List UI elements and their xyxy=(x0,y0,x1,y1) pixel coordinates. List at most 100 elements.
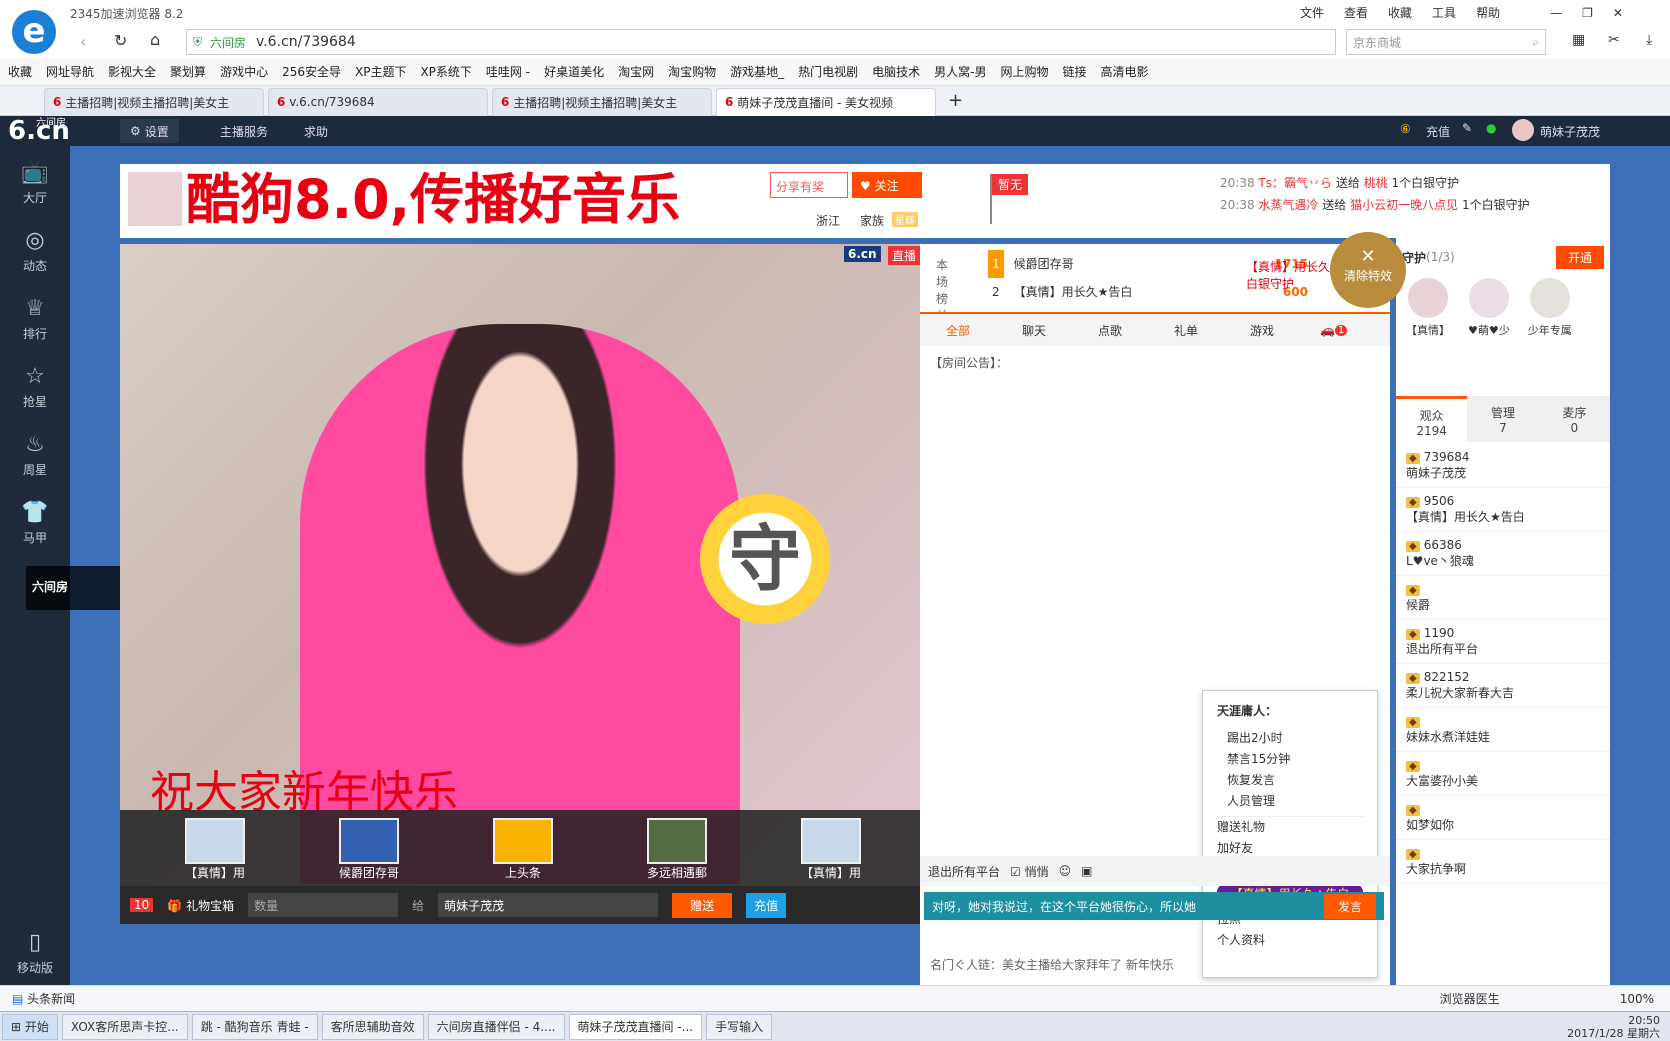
gift-item[interactable]: 上头条 xyxy=(468,818,578,881)
guard-open-button[interactable]: 开通 xyxy=(1555,245,1604,269)
leftnav-vest[interactable]: 👕 马甲 xyxy=(0,486,70,554)
tab-mic-queue[interactable]: 麦序 0 xyxy=(1539,396,1610,442)
bookmark-4[interactable]: 游戏中心 xyxy=(220,63,268,80)
doctor-link[interactable]: 浏览器医生 xyxy=(1440,990,1500,1007)
back-icon[interactable]: ‹ xyxy=(80,32,86,51)
leftnav-feed[interactable]: ◎ 动态 xyxy=(0,214,70,282)
tab-1[interactable]: 6 v.6.cn/739684 xyxy=(268,87,488,116)
maximize-icon[interactable]: ❐ xyxy=(1582,6,1593,20)
bookmark-1[interactable]: 网址导航 xyxy=(46,63,94,80)
address-text[interactable]: v.6.cn/739684 xyxy=(256,34,356,50)
bookmark-5[interactable]: 256安全导 xyxy=(282,63,341,80)
guard-member[interactable]: ♥萌♥少 xyxy=(1468,278,1510,338)
avatar[interactable] xyxy=(1512,119,1534,141)
image-icon[interactable]: ▣ xyxy=(1081,864,1092,878)
taskbar-item[interactable]: XOX客所思声卡控... xyxy=(61,1013,188,1040)
edit-icon[interactable]: ✎ xyxy=(1462,121,1472,135)
gift-item[interactable]: 候爵团存哥 xyxy=(314,818,424,881)
tab-audience[interactable]: 观众 2194 xyxy=(1396,396,1468,442)
gift-to[interactable]: 桃桃 xyxy=(1364,176,1388,190)
bookmark-17[interactable]: 链接 xyxy=(1063,63,1087,80)
clock[interactable]: 20:50 2017/1/28 星期六 xyxy=(1567,1014,1670,1040)
search-box[interactable]: 京东商城 ⌕ xyxy=(1346,29,1546,55)
video-player[interactable]: 6.cn 直播 守 祝大家新年快乐 【真情】用 候爵团存哥 上头条 多远相遇郵 … xyxy=(120,244,920,924)
menu-kick[interactable]: 踢出2小时 xyxy=(1217,728,1363,749)
news-link[interactable]: 头条新闻 xyxy=(27,990,75,1007)
bookmark-0[interactable]: 收藏 xyxy=(8,63,32,80)
taskbar-item[interactable]: 六间房直播伴侣 - 4.... xyxy=(427,1013,565,1040)
new-tab-icon[interactable]: + xyxy=(948,90,963,111)
host-avatar[interactable] xyxy=(128,172,182,226)
gift-item[interactable]: 【真情】用 xyxy=(160,818,270,881)
follow-button[interactable]: ♥ 关注 xyxy=(852,172,922,198)
tab-3[interactable]: 6 萌妹子茂茂直播间 - 美女视频 xyxy=(716,87,936,116)
chat-input-text[interactable]: 对呀，她对我说过，在这个平台她很伤心，所以她 xyxy=(932,898,1324,915)
refresh-icon[interactable]: ↻ xyxy=(114,31,127,50)
search-icon[interactable]: ⌕ xyxy=(1532,35,1539,50)
start-button[interactable]: ⊞ 开始 xyxy=(2,1013,58,1040)
menu-manage[interactable]: 人员管理 xyxy=(1217,791,1363,812)
emoji-icon[interactable]: ☺ xyxy=(1059,864,1072,878)
list-item[interactable]: ◆ 822152 柔儿祝大家新春大吉 xyxy=(1396,664,1610,708)
clear-effect-button[interactable]: ✕ 清除特效 xyxy=(1330,232,1406,308)
send-button[interactable]: 发言 xyxy=(1323,893,1376,919)
tab-game[interactable]: 游戏 xyxy=(1224,322,1300,339)
minimize-icon[interactable]: — xyxy=(1550,6,1562,20)
menu-mute[interactable]: 禁言15分钟 xyxy=(1217,749,1363,770)
search-input[interactable]: 京东商城 xyxy=(1353,34,1401,51)
menu-view[interactable]: 查看 xyxy=(1344,4,1368,21)
list-item[interactable]: ◆ 1190 退出所有平台 xyxy=(1396,620,1610,664)
bookmark-12[interactable]: 游戏基地_ xyxy=(730,63,784,80)
tab-giftlist[interactable]: 礼单 xyxy=(1148,322,1224,339)
tab-all[interactable]: 全部 xyxy=(920,322,996,339)
menu-help[interactable]: 帮助 xyxy=(1476,4,1500,21)
list-item[interactable]: ◆ 候爵 xyxy=(1396,576,1610,620)
bookmark-2[interactable]: 影视大全 xyxy=(108,63,156,80)
bookmark-16[interactable]: 网上购物 xyxy=(1001,63,1049,80)
give-button[interactable]: 赠送 xyxy=(672,892,733,918)
car-icon[interactable]: 🚗 xyxy=(1320,323,1335,337)
quick-reply[interactable]: 退出所有平台 xyxy=(928,863,1000,880)
list-item[interactable]: ◆ 9506 【真情】用长久★告白 xyxy=(1396,488,1610,532)
bookmark-6[interactable]: XP主题下 xyxy=(355,63,406,80)
gift-from[interactable]: Ƭs：霸气丷ら xyxy=(1258,176,1332,190)
zoom-level[interactable]: 100% xyxy=(1620,992,1654,1006)
menu-unmute[interactable]: 恢复发言 xyxy=(1217,770,1363,791)
home-icon[interactable]: ⌂ xyxy=(150,30,160,49)
tab-2[interactable]: 6 主播招聘|视频主播招聘|美女主 xyxy=(492,87,712,116)
gift-item[interactable]: 【真情】用 xyxy=(776,818,886,881)
list-item[interactable]: ◆ 如梦如你 xyxy=(1396,796,1610,840)
tab-admins[interactable]: 管理 7 xyxy=(1467,396,1538,442)
close-icon[interactable]: ✕ xyxy=(1613,6,1623,20)
guard-member[interactable]: 【真情】 xyxy=(1406,278,1450,338)
taskbar-item[interactable]: 手写输入 xyxy=(706,1013,773,1040)
gift-item[interactable]: 多远相遇郵 xyxy=(622,818,732,881)
taskbar-item[interactable]: 跳 - 酷狗音乐 青蛙 - xyxy=(191,1013,318,1040)
list-item[interactable]: ◆ 739684 萌妹子茂茂 xyxy=(1396,444,1610,488)
bookmark-9[interactable]: 好桌道美化 xyxy=(544,63,604,80)
menu-send-gift[interactable]: 赠送礼物 xyxy=(1217,816,1363,838)
taskbar-item[interactable]: 萌妹子茂茂直播间 -... xyxy=(568,1013,703,1040)
download-icon[interactable]: ⤓ xyxy=(1646,32,1652,48)
share-button[interactable]: 分享有奖 xyxy=(770,172,848,198)
bookmark-13[interactable]: 热门电视剧 xyxy=(798,63,858,80)
chat-input[interactable]: 对呀，她对我说过，在这个平台她很伤心，所以她 发言 xyxy=(924,892,1384,920)
list-item[interactable]: ◆ 大家抗争啊 xyxy=(1396,840,1610,884)
list-item[interactable]: ◆ 66386 L♥ve丶狼魂 xyxy=(1396,532,1610,576)
bookmark-10[interactable]: 淘宝网 xyxy=(618,63,654,80)
bookmark-7[interactable]: XP系统下 xyxy=(420,63,471,80)
recipient-select[interactable]: 萌妹子茂茂 xyxy=(438,893,659,917)
leftnav-star[interactable]: ☆ 抢星 xyxy=(0,350,70,418)
whisper-checkbox[interactable]: ☑ 悄悄 xyxy=(1010,863,1049,880)
menu-file[interactable]: 文件 xyxy=(1300,4,1324,21)
leftnav-hall[interactable]: 📺 大厅 xyxy=(0,146,70,214)
guard-member[interactable]: 少年专属 xyxy=(1528,278,1572,338)
gift-to[interactable]: 猫小云初一晚八点见 xyxy=(1350,198,1458,212)
list-item[interactable]: ◆ 妹妹水煮洋娃娃 xyxy=(1396,708,1610,752)
apps-icon[interactable]: ▦ xyxy=(1572,32,1585,48)
menu-profile[interactable]: 个人资料 xyxy=(1217,930,1363,951)
qty-input[interactable]: 数量 xyxy=(248,893,399,917)
address-bar[interactable]: ⛨ 六间房 v.6.cn/739684 xyxy=(186,29,1336,55)
leftnav-rank[interactable]: ♕ 排行 xyxy=(0,282,70,350)
help-link[interactable]: 求助 xyxy=(304,123,328,140)
